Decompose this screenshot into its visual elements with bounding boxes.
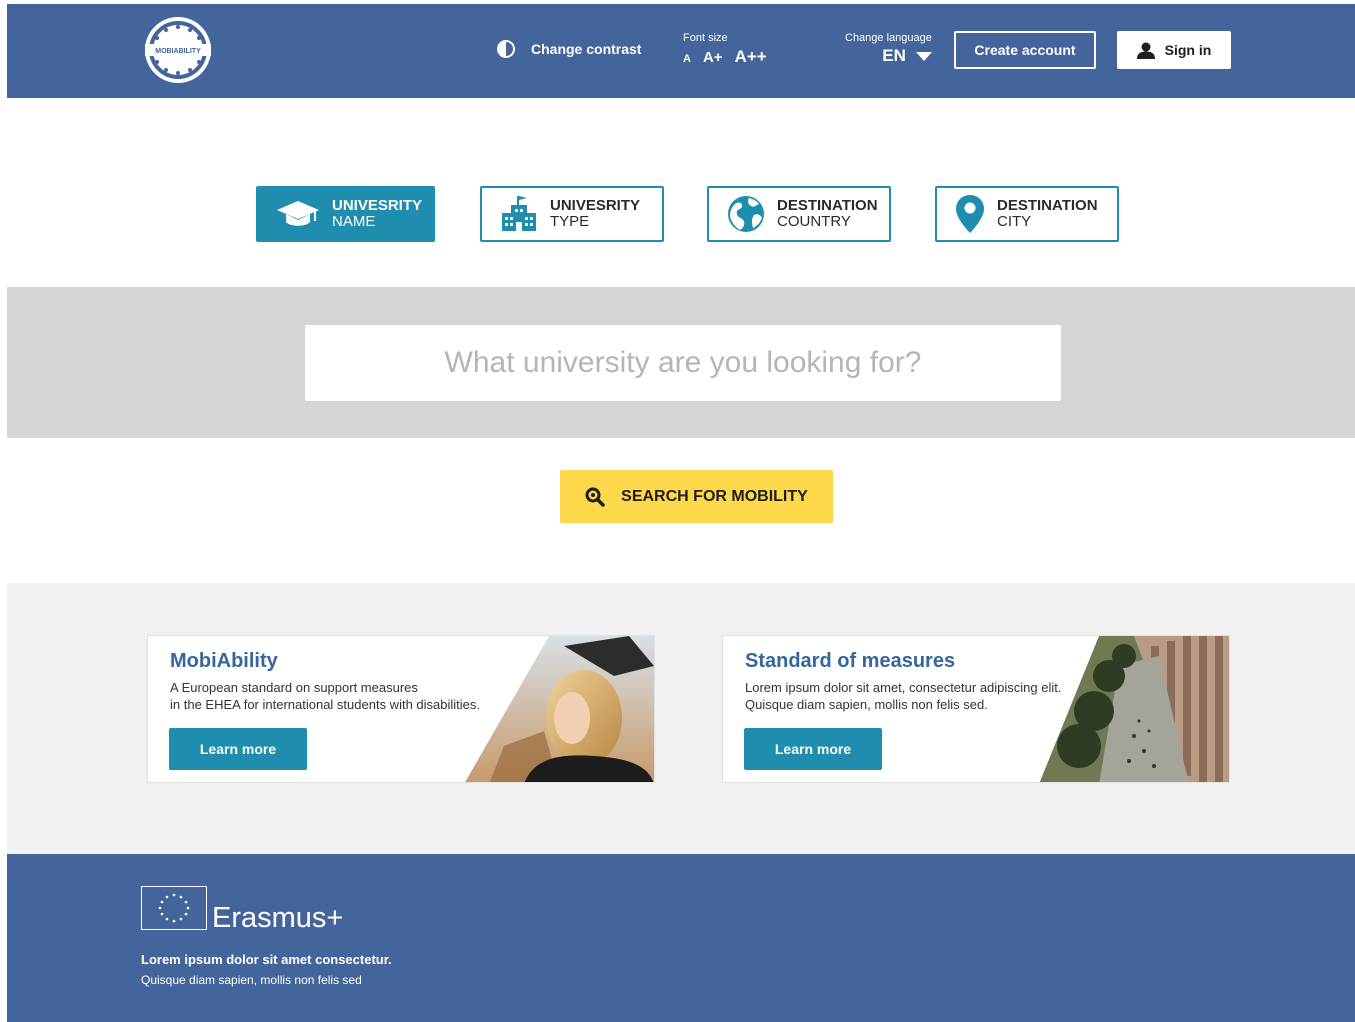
tab-university-name[interactable]: UNIVESRITY NAME	[256, 186, 435, 242]
create-account-button[interactable]: Create account	[954, 31, 1096, 69]
tab-label-line1: UNIVESRITY	[332, 197, 423, 214]
learn-more-button[interactable]: Learn more	[169, 728, 307, 770]
info-section: MobiAbility A European standard on suppo…	[7, 583, 1355, 854]
language-control: Change language EN	[845, 32, 932, 66]
card-description-line1: A European standard on support measures	[170, 680, 418, 695]
tab-label-line2: COUNTRY	[777, 213, 851, 230]
caret-down-icon	[915, 51, 932, 61]
font-size-caption: Font size	[683, 32, 728, 44]
globe-icon	[728, 196, 764, 232]
header-bar: MOBIABILITY Change contrast Font size A …	[7, 4, 1355, 98]
language-value: EN	[882, 46, 906, 65]
font-size-large-button[interactable]: A++	[735, 47, 767, 67]
tab-label-line2: CITY	[997, 213, 1032, 230]
font-size-medium-button[interactable]: A+	[703, 49, 723, 66]
tab-university-type[interactable]: UNIVESRITY TYPE	[480, 186, 664, 242]
footer-text-bold: Lorem ipsum dolor sit amet consectetur.	[141, 952, 392, 967]
logo-text: MOBIABILITY	[155, 48, 201, 55]
tab-label-line1: DESTINATION	[777, 197, 878, 214]
sign-in-label: Sign in	[1164, 42, 1212, 58]
footer-text: Quisque diam sapien, mollis non felis se…	[141, 973, 362, 987]
language-select[interactable]: EN	[882, 46, 932, 66]
tab-label-line2: TYPE	[550, 213, 590, 230]
change-contrast-label: Change contrast	[531, 41, 642, 57]
card-description: A European standard on support measures …	[170, 679, 510, 713]
search-button-label: SEARCH FOR MOBILITY	[621, 487, 808, 505]
mobiability-logo[interactable]: MOBIABILITY	[141, 16, 215, 84]
university-building-icon	[502, 196, 536, 231]
map-pin-icon	[956, 195, 984, 233]
card-standard-of-measures: Standard of measures Lorem ipsum dolor s…	[722, 635, 1230, 783]
card-description: Lorem ipsum dolor sit amet, consectetur …	[745, 679, 1085, 713]
change-contrast-toggle[interactable]: Change contrast	[497, 40, 641, 58]
card-description-line2: Quisque diam sapien, mollis non felis se…	[745, 697, 988, 712]
search-icon	[585, 487, 605, 507]
card-description-line2: in the EHEA for international students w…	[170, 697, 481, 712]
university-search-input[interactable]	[305, 325, 1061, 401]
contrast-icon	[497, 40, 515, 58]
font-size-small-button[interactable]: A	[683, 53, 691, 65]
tab-destination-city[interactable]: DESTINATION CITY	[935, 186, 1119, 242]
search-band	[7, 287, 1355, 438]
graduation-cap-icon	[277, 201, 319, 226]
learn-more-button[interactable]: Learn more	[744, 728, 882, 770]
eu-flag-icon	[141, 886, 207, 930]
sign-in-button[interactable]: Sign in	[1117, 31, 1231, 69]
language-caption: Change language	[845, 32, 932, 44]
tab-destination-country[interactable]: DESTINATION COUNTRY	[707, 186, 891, 242]
card-description-line1: Lorem ipsum dolor sit amet, consectetur …	[745, 680, 1062, 695]
card-mobiability: MobiAbility A European standard on suppo…	[147, 635, 655, 783]
card-title: MobiAbility	[170, 650, 278, 672]
erasmus-brand: Erasmus+	[212, 902, 344, 934]
tab-label-line1: UNIVESRITY	[550, 197, 641, 214]
footer: Erasmus+ Lorem ipsum dolor sit amet cons…	[7, 854, 1355, 1022]
font-size-control: Font size A A+ A++	[683, 32, 767, 67]
tab-label-line1: DESTINATION	[997, 197, 1098, 214]
card-title: Standard of measures	[745, 650, 956, 672]
tab-label-line2: NAME	[332, 213, 376, 230]
search-for-mobility-button[interactable]: SEARCH FOR MOBILITY	[560, 470, 833, 523]
user-icon	[1136, 42, 1155, 59]
